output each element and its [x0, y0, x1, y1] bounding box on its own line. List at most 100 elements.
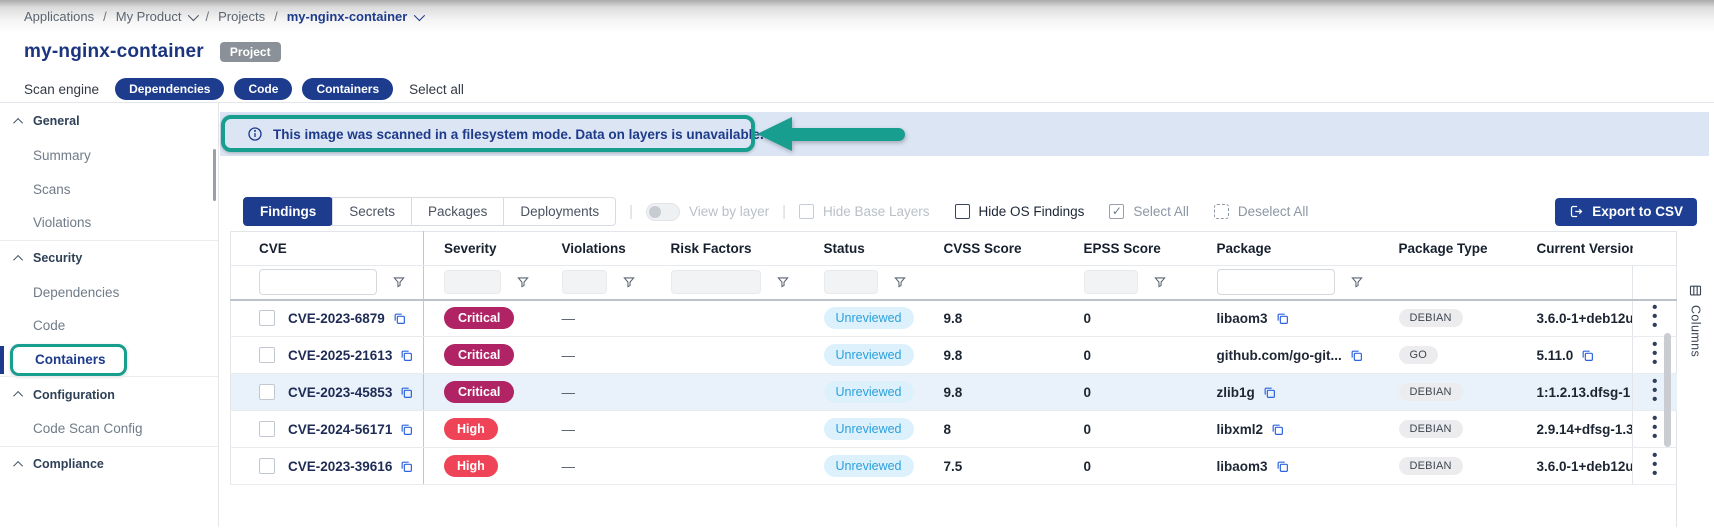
status-badge: Unreviewed — [824, 418, 914, 440]
engine-pill-containers[interactable]: Containers — [302, 78, 393, 100]
copy-icon[interactable] — [400, 349, 413, 362]
cve-link[interactable]: CVE-2023-39616 — [288, 459, 392, 474]
annotation-arrow — [757, 117, 905, 151]
row-actions-kebab-icon[interactable]: ••• — [1652, 377, 1657, 404]
column-header-cve[interactable]: CVE — [231, 232, 424, 266]
row-checkbox[interactable] — [259, 458, 275, 474]
breadcrumb-current-project[interactable]: my-nginx-container — [287, 9, 408, 24]
filter-funnel-icon[interactable] — [1350, 275, 1364, 289]
columns-panel-toggle[interactable]: Columns — [1676, 231, 1714, 527]
table-row[interactable]: CVE-2023-45853 Critical — Unreviewed 9.8… — [231, 374, 1677, 411]
table-row[interactable]: CVE-2023-39616 High — Unreviewed 7.5 0 — [231, 448, 1677, 485]
column-header-current-version[interactable]: Current Version — [1517, 232, 1633, 266]
severity-badge: Critical — [444, 344, 514, 366]
copy-icon[interactable] — [1581, 349, 1594, 362]
export-to-csv-button[interactable]: Export to CSV — [1555, 198, 1697, 226]
cve-link[interactable]: CVE-2023-45853 — [288, 385, 392, 400]
sidebar-item-dependencies[interactable]: Dependencies — [0, 276, 218, 310]
deselect-all-control: Deselect All — [1214, 204, 1309, 219]
tab-findings[interactable]: Findings — [243, 197, 333, 226]
copy-icon[interactable] — [1276, 312, 1289, 325]
findings-toolbar: Findings Secrets Packages Deployments | … — [243, 197, 1697, 226]
sidebar-section-label: Compliance — [33, 457, 104, 471]
copy-icon[interactable] — [1263, 386, 1276, 399]
row-checkbox[interactable] — [259, 310, 275, 326]
copy-icon[interactable] — [400, 423, 413, 436]
sidebar-item-code-scan-config[interactable]: Code Scan Config — [0, 412, 218, 446]
tab-group: Findings Secrets Packages Deployments — [243, 197, 616, 226]
column-header-package[interactable]: Package — [1197, 232, 1379, 266]
sidebar-item-summary[interactable]: Summary — [0, 139, 218, 173]
column-header-cvss-score[interactable]: CVSS Score — [924, 232, 1064, 266]
chevron-down-icon[interactable] — [188, 9, 199, 20]
package-filter-input[interactable] — [1217, 269, 1335, 295]
copy-icon[interactable] — [1271, 423, 1284, 436]
row-actions-kebab-icon[interactable]: ••• — [1652, 451, 1657, 478]
column-header-violations[interactable]: Violations — [542, 232, 651, 266]
tab-deployments[interactable]: Deployments — [503, 197, 616, 226]
column-header-severity[interactable]: Severity — [424, 232, 542, 266]
breadcrumb-applications[interactable]: Applications — [24, 9, 94, 24]
sidebar-item-scans[interactable]: Scans — [0, 173, 218, 207]
table-scrollbar[interactable] — [1664, 333, 1671, 447]
column-header-actions — [1633, 232, 1677, 266]
column-header-epss-score[interactable]: EPSS Score — [1064, 232, 1197, 266]
cve-link[interactable]: CVE-2024-56171 — [288, 422, 392, 437]
cve-link[interactable]: CVE-2023-6879 — [288, 311, 385, 326]
filter-funnel-icon[interactable] — [516, 275, 530, 289]
filter-funnel-icon[interactable] — [776, 275, 790, 289]
sidebar-item-code[interactable]: Code — [0, 309, 218, 343]
sidebar-section-general[interactable]: General — [0, 103, 218, 139]
row-checkbox[interactable] — [259, 384, 275, 400]
filter-funnel-icon[interactable] — [893, 275, 907, 289]
engines-select-all-link[interactable]: Select all — [409, 82, 464, 97]
tab-secrets[interactable]: Secrets — [332, 197, 412, 226]
row-checkbox[interactable] — [259, 347, 275, 363]
table-row[interactable]: CVE-2025-21613 Critical — Unreviewed 9.8… — [231, 337, 1677, 374]
deselect-all-icon[interactable] — [1214, 204, 1229, 219]
hide-os-findings-checkbox[interactable] — [955, 204, 970, 219]
sidebar-section-configuration[interactable]: Configuration — [0, 376, 218, 412]
table-row[interactable]: CVE-2024-56171 High — Unreviewed 8 0 — [231, 411, 1677, 448]
status-badge: Unreviewed — [824, 455, 914, 477]
tab-packages[interactable]: Packages — [411, 197, 504, 226]
cvss-score-value: 7.5 — [924, 448, 1064, 485]
column-header-status[interactable]: Status — [804, 232, 924, 266]
filter-funnel-icon[interactable] — [1153, 275, 1167, 289]
copy-icon[interactable] — [400, 460, 413, 473]
column-header-package-type[interactable]: Package Type — [1379, 232, 1517, 266]
engine-pill-code[interactable]: Code — [234, 78, 292, 100]
package-type-badge: DEBIAN — [1399, 457, 1463, 475]
row-checkbox[interactable] — [259, 421, 275, 437]
filter-funnel-icon[interactable] — [392, 275, 406, 289]
severity-filter-box — [444, 270, 501, 294]
sidebar-section-security[interactable]: Security — [0, 240, 218, 276]
status-badge: Unreviewed — [824, 344, 914, 366]
column-header-risk-factors[interactable]: Risk Factors — [651, 232, 804, 266]
engine-pill-dependencies[interactable]: Dependencies — [115, 78, 224, 100]
chevron-down-icon[interactable] — [414, 9, 425, 20]
sidebar-scrollbar[interactable] — [213, 149, 216, 201]
sidebar-item-violations[interactable]: Violations — [0, 206, 218, 240]
filter-funnel-icon[interactable] — [622, 275, 636, 289]
copy-icon[interactable] — [393, 312, 406, 325]
breadcrumb-my-product[interactable]: My Product — [116, 9, 182, 24]
copy-icon[interactable] — [400, 386, 413, 399]
row-actions-kebab-icon[interactable]: ••• — [1652, 340, 1657, 367]
breadcrumb-projects[interactable]: Projects — [218, 9, 265, 24]
select-all-checkbox[interactable]: ✓ — [1109, 204, 1124, 219]
table-header-row: CVE Severity Violations Risk Factors Sta… — [231, 232, 1677, 266]
copy-icon[interactable] — [1276, 460, 1289, 473]
row-actions-kebab-icon[interactable]: ••• — [1652, 414, 1657, 441]
table-row[interactable]: CVE-2023-6879 Critical — Unreviewed 9.8 … — [231, 300, 1677, 337]
cve-filter-input[interactable] — [259, 269, 377, 295]
copy-icon[interactable] — [1350, 349, 1363, 362]
package-name: libaom3 — [1217, 311, 1268, 326]
sidebar-section-compliance[interactable]: Compliance — [0, 446, 218, 482]
sidebar-section-label: Configuration — [33, 388, 115, 402]
cve-link[interactable]: CVE-2025-21613 — [288, 348, 392, 363]
sidebar-item-containers[interactable]: Containers — [0, 343, 218, 377]
sidebar-item-label: Summary — [33, 148, 91, 163]
row-actions-kebab-icon[interactable]: ••• — [1652, 303, 1657, 330]
cvss-score-value: 9.8 — [924, 374, 1064, 411]
